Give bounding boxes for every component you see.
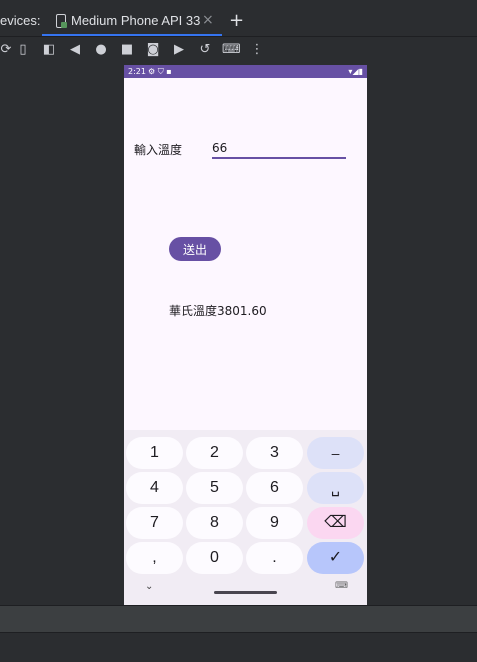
record-icon[interactable]: ▶ [170, 41, 188, 59]
keyboard-switch-icon[interactable]: ⌨ [335, 581, 348, 591]
screenshot-icon[interactable]: ◙ [144, 41, 162, 59]
phone-screen[interactable]: 2:21 ⚙ ⛉ ▪ ▾◢▮ 輸入溫度 送出 華氏溫度3801.60 1 2 3… [124, 65, 367, 605]
fahrenheit-result: 華氏溫度3801.60 [169, 304, 267, 318]
key-comma[interactable]: , [126, 542, 183, 574]
keyboard-icon[interactable]: ⌨ [222, 41, 241, 59]
gesture-handle[interactable] [214, 591, 277, 594]
more-icon[interactable]: ⋮ [248, 41, 266, 59]
key-done[interactable]: ✓ [307, 542, 364, 574]
key-2[interactable]: 2 [186, 437, 243, 469]
chevron-down-icon[interactable]: ⌄ [145, 581, 153, 592]
close-icon[interactable]: × [202, 12, 214, 28]
status-notification-icons: ⚙ ⛉ ▪ [148, 67, 172, 76]
status-signal-battery-icons: ▾◢▮ [348, 67, 363, 76]
send-button[interactable]: 送出 [169, 237, 221, 261]
key-0[interactable]: 0 [186, 542, 243, 574]
tab-active-indicator [42, 34, 222, 36]
running-indicator-icon [61, 22, 67, 28]
key-3[interactable]: 3 [246, 437, 303, 469]
key-period[interactable]: . [246, 542, 303, 574]
keyboard-nav-bar: ⌄ ⌨ [124, 575, 367, 605]
back-icon[interactable]: ◀ [66, 41, 84, 59]
temperature-label: 輸入溫度 [134, 143, 183, 157]
key-5[interactable]: 5 [186, 472, 243, 504]
key-4[interactable]: 4 [126, 472, 183, 504]
key-8[interactable]: 8 [186, 507, 243, 539]
restore-icon[interactable]: ↺ [196, 41, 214, 59]
key-backspace[interactable]: ⌫ [307, 507, 364, 539]
status-time: 2:21 [128, 67, 146, 76]
ide-status-bar [0, 632, 477, 662]
fold-alt-icon[interactable]: ◧ [40, 41, 58, 59]
home-icon[interactable]: ● [92, 41, 110, 59]
tab-medium-phone[interactable]: Medium Phone API 33 × [42, 6, 222, 36]
rotate-icon[interactable]: ⟳ [0, 41, 15, 59]
ide-bottom-panel [0, 605, 477, 632]
key-1[interactable]: 1 [126, 437, 183, 469]
overview-icon[interactable]: ■ [118, 41, 136, 59]
key-9[interactable]: 9 [246, 507, 303, 539]
numeric-keyboard: 1 2 3 – 4 5 6 ␣ 7 8 9 ⌫ , 0 . ✓ ⌄ ⌨ [124, 430, 367, 605]
tab-label: Medium Phone API 33 [71, 13, 201, 28]
fold-icon[interactable]: ▯ [14, 41, 32, 59]
key-space[interactable]: ␣ [307, 472, 364, 504]
temperature-input[interactable] [212, 138, 346, 159]
devices-label: evices: [0, 13, 41, 28]
ide-tab-bar: evices: Medium Phone API 33 × + [0, 6, 477, 37]
emulator-toolbar: ⟳ ▯ ◧ ◀ ● ■ ◙ ▶ ↺ ⌨ ⋮ [0, 37, 477, 63]
android-status-bar: 2:21 ⚙ ⛉ ▪ ▾◢▮ [124, 65, 367, 78]
add-tab-button[interactable]: + [229, 10, 244, 31]
key-7[interactable]: 7 [126, 507, 183, 539]
key-minus[interactable]: – [307, 437, 364, 469]
key-6[interactable]: 6 [246, 472, 303, 504]
